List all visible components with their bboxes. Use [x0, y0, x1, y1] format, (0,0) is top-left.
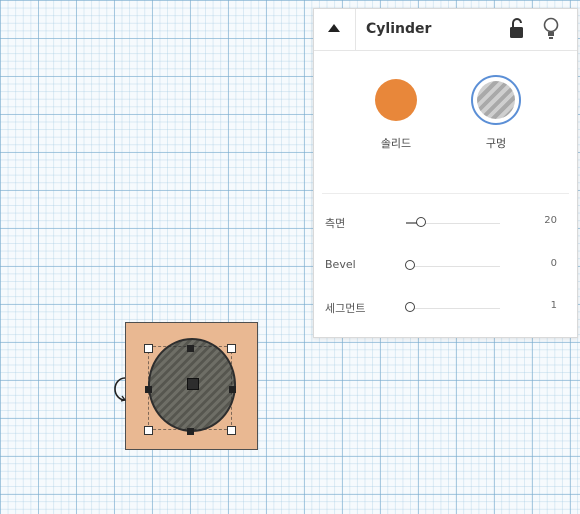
- segments-label: 세그먼트: [325, 302, 366, 315]
- property-row-sides: 측면 20: [314, 213, 577, 233]
- height-handle[interactable]: [187, 378, 199, 390]
- sides-slider-knob[interactable]: [416, 217, 427, 227]
- solid-color-circle: [375, 79, 417, 121]
- segments-value[interactable]: 1: [551, 300, 557, 311]
- collapse-button[interactable]: [314, 9, 356, 50]
- edge-handle-bottom[interactable]: [187, 428, 194, 435]
- hole-swatch[interactable]: [471, 75, 521, 125]
- lock-button[interactable]: [507, 17, 527, 41]
- hole-option[interactable]: 구멍: [466, 75, 526, 155]
- edge-handle-right[interactable]: [229, 386, 236, 393]
- corner-handle-top-left[interactable]: [144, 344, 153, 353]
- bevel-slider-track[interactable]: [406, 266, 500, 267]
- bevel-slider-knob[interactable]: [405, 260, 415, 270]
- property-row-bevel: Bevel 0: [314, 256, 577, 276]
- shape-name: Cylinder: [366, 21, 432, 37]
- corner-handle-bottom-left[interactable]: [144, 426, 153, 435]
- solid-option[interactable]: 솔리드: [366, 75, 426, 155]
- hole-label: 구멍: [485, 137, 507, 150]
- bevel-label: Bevel: [325, 258, 356, 271]
- edge-handle-top[interactable]: [187, 345, 194, 352]
- lightbulb-icon: [543, 17, 559, 39]
- caret-up-icon: [328, 24, 340, 32]
- selected-cylinder-object[interactable]: [110, 318, 270, 458]
- rotate-handle-icon[interactable]: [114, 376, 128, 402]
- unlock-icon: [510, 18, 523, 38]
- segments-slider-track[interactable]: [406, 308, 500, 309]
- solid-swatch[interactable]: [371, 75, 421, 125]
- sides-value[interactable]: 20: [544, 215, 557, 226]
- corner-handle-bottom-right[interactable]: [227, 426, 236, 435]
- bevel-value[interactable]: 0: [551, 258, 557, 269]
- segments-slider-knob[interactable]: [405, 302, 415, 312]
- shape-inspector-panel: Cylinder 솔리드 구멍 측면 20 Bevel 0 세그먼트 1: [313, 8, 578, 338]
- edge-handle-left[interactable]: [145, 386, 152, 393]
- solid-label: 솔리드: [380, 137, 412, 150]
- panel-divider: [322, 193, 569, 194]
- hole-pattern-circle: [477, 81, 515, 119]
- inspector-header: Cylinder: [314, 9, 577, 51]
- light-toggle-button[interactable]: [541, 16, 561, 42]
- property-row-segments: 세그먼트 1: [314, 298, 577, 318]
- sides-label: 측면: [325, 217, 346, 230]
- corner-handle-top-right[interactable]: [227, 344, 236, 353]
